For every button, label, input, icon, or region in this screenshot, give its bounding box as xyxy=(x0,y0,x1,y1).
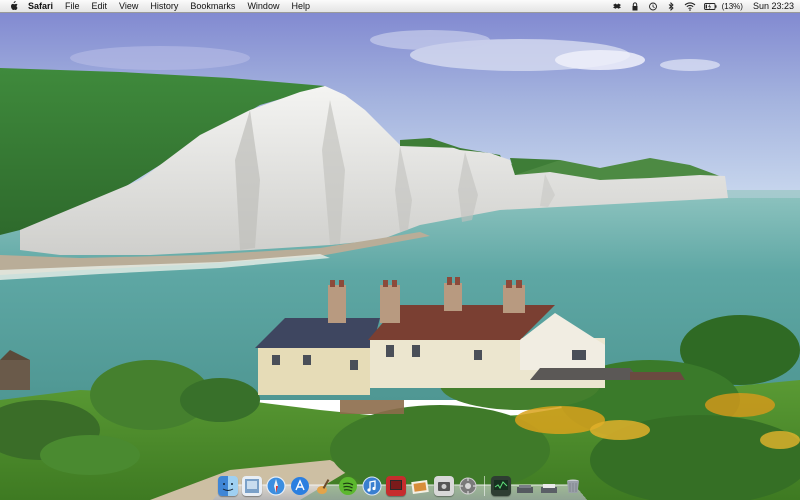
app-store-icon[interactable] xyxy=(290,476,310,496)
dock-separator xyxy=(484,476,485,496)
desktop-wallpaper xyxy=(0,0,800,500)
bluetooth-icon[interactable] xyxy=(666,1,676,11)
trash-icon[interactable] xyxy=(563,476,583,496)
menu-app-name[interactable]: Safari xyxy=(26,0,59,13)
time-machine-icon[interactable] xyxy=(648,2,658,11)
finder-icon[interactable] xyxy=(218,476,238,496)
garageband-icon[interactable] xyxy=(314,476,334,496)
menu-help[interactable]: Help xyxy=(285,0,316,13)
downloads-stack-icon[interactable] xyxy=(539,476,559,496)
apple-logo-icon[interactable] xyxy=(0,1,26,11)
menu-clock[interactable]: Sun 23:23 xyxy=(753,1,794,11)
battery-percentage[interactable]: (13%) xyxy=(722,2,743,11)
itunes-icon[interactable] xyxy=(362,476,382,496)
iphoto-icon[interactable] xyxy=(410,476,430,496)
menu-history[interactable]: History xyxy=(144,0,184,13)
screenshot-icon[interactable] xyxy=(434,476,454,496)
documents-stack-icon[interactable] xyxy=(515,476,535,496)
battery-icon[interactable] xyxy=(703,2,717,11)
status-menus: (13%) Sun 23:23 xyxy=(608,0,800,13)
lock-icon[interactable] xyxy=(630,1,640,11)
spotify-icon[interactable] xyxy=(338,476,358,496)
dropbox-icon[interactable] xyxy=(612,2,622,11)
wifi-icon[interactable] xyxy=(684,1,696,11)
desktop: Safari File Edit View History Bookmarks … xyxy=(0,0,800,500)
safari-icon[interactable] xyxy=(266,476,286,496)
menu-file[interactable]: File xyxy=(59,0,86,13)
system-preferences-icon[interactable] xyxy=(458,476,478,496)
preview-icon[interactable] xyxy=(242,476,262,496)
menu-view[interactable]: View xyxy=(113,0,144,13)
dock xyxy=(218,468,582,496)
menu-edit[interactable]: Edit xyxy=(86,0,114,13)
menu-window[interactable]: Window xyxy=(241,0,285,13)
menu-bookmarks[interactable]: Bookmarks xyxy=(184,0,241,13)
photo-booth-icon[interactable] xyxy=(386,476,406,496)
menu-bar: Safari File Edit View History Bookmarks … xyxy=(0,0,800,13)
activity-monitor-icon[interactable] xyxy=(491,476,511,496)
